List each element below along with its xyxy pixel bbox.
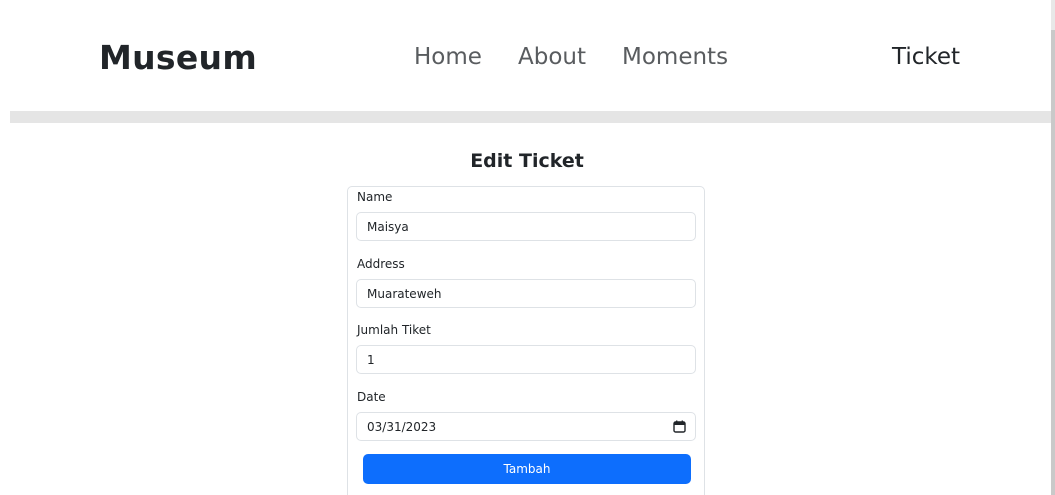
calendar-icon[interactable] (673, 420, 686, 433)
ticket-quantity-label: Jumlah Tiket (357, 323, 431, 337)
nav-link-ticket[interactable]: Ticket (892, 44, 960, 70)
nav-link-about[interactable]: About (518, 44, 586, 70)
address-label: Address (357, 257, 405, 271)
submit-button[interactable]: Tambah (363, 454, 691, 484)
name-input[interactable] (356, 212, 696, 241)
scrollbar[interactable] (1051, 0, 1055, 495)
name-label: Name (357, 190, 393, 204)
brand-logo[interactable]: Museum (99, 38, 257, 77)
header-divider (10, 111, 1051, 123)
scrollbar-thumb[interactable] (1051, 30, 1055, 495)
nav-link-home[interactable]: Home (414, 44, 482, 70)
ticket-quantity-input[interactable] (356, 345, 696, 374)
date-value: 03/31/2023 (367, 420, 437, 434)
page: Museum Home About Moments Ticket Edit Ti… (0, 0, 1055, 495)
date-input[interactable]: 03/31/2023 (356, 412, 696, 441)
date-label: Date (357, 390, 386, 404)
address-input[interactable] (356, 279, 696, 308)
nav-link-moments[interactable]: Moments (622, 44, 728, 70)
navbar: Museum Home About Moments Ticket (0, 0, 1051, 111)
page-title: Edit Ticket (470, 150, 584, 172)
